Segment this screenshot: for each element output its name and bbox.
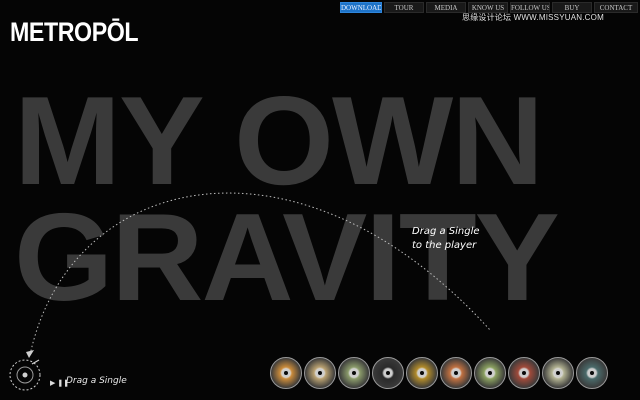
disc-hole-icon xyxy=(554,369,562,377)
disc-hole-icon xyxy=(418,369,426,377)
player-label: Drag a Single xyxy=(66,376,127,386)
drag-hint: Drag a Single to the player xyxy=(412,225,480,253)
player-disc-icon[interactable] xyxy=(8,358,42,392)
disc-hole-icon xyxy=(588,369,596,377)
single-disc-2[interactable] xyxy=(304,357,336,389)
single-disc-1[interactable] xyxy=(270,357,302,389)
disc-hole-icon xyxy=(384,369,392,377)
single-disc-10[interactable] xyxy=(576,357,608,389)
drag-path-arc xyxy=(26,192,491,358)
disc-hole-icon xyxy=(520,369,528,377)
dotted-arc-path xyxy=(29,192,491,356)
disc-hole-icon xyxy=(316,369,324,377)
single-disc-5[interactable] xyxy=(406,357,438,389)
single-disc-7[interactable] xyxy=(474,357,506,389)
single-disc-9[interactable] xyxy=(542,357,574,389)
singles-tray xyxy=(270,357,610,389)
single-disc-8[interactable] xyxy=(508,357,540,389)
single-disc-3[interactable] xyxy=(338,357,370,389)
disc-hole-icon xyxy=(452,369,460,377)
single-disc-6[interactable] xyxy=(440,357,472,389)
arc-arrow-icon xyxy=(26,350,34,358)
single-disc-4[interactable] xyxy=(372,357,404,389)
disc-hole-icon xyxy=(282,369,290,377)
disc-hole-icon xyxy=(486,369,494,377)
disc-hole-icon xyxy=(350,369,358,377)
drag-hint-line-1: Drag a Single xyxy=(412,226,480,237)
drag-hint-line-2: to the player xyxy=(412,240,477,251)
